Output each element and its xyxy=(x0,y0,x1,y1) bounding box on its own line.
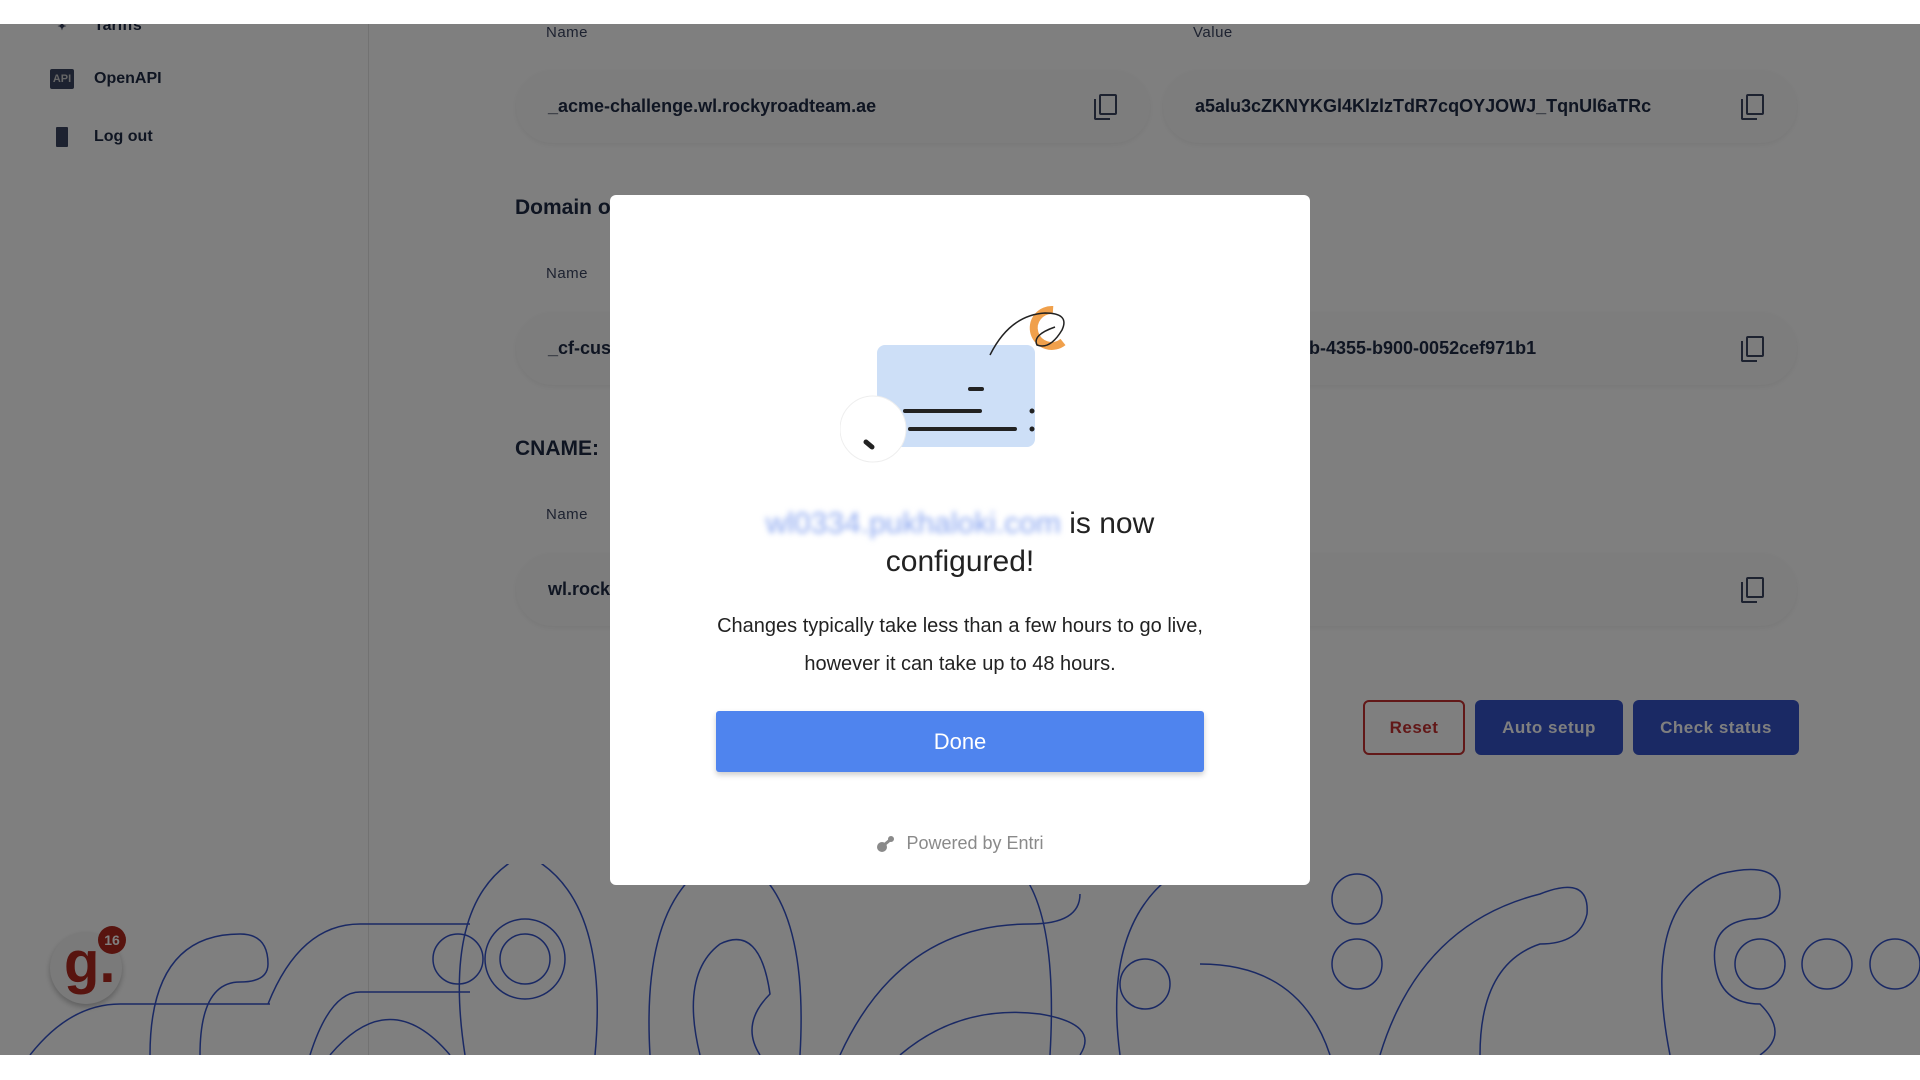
entri-logo-icon xyxy=(877,835,895,852)
headline-line2: configured! xyxy=(885,545,1035,578)
success-modal: wl0334.pukhaloki.com is now configured! … xyxy=(610,195,1310,885)
powered-by-entri[interactable]: Powered by Entri xyxy=(610,833,1310,854)
modal-headline: wl0334.pukhaloki.com is now configured! xyxy=(610,505,1310,581)
modal-description: Changes typically take less than a few h… xyxy=(717,615,1203,675)
powered-by-label: Powered by Entri xyxy=(906,833,1044,853)
headline-suffix: is now xyxy=(1069,507,1155,540)
configured-domain: wl0334.pukhaloki.com xyxy=(765,507,1061,540)
done-button[interactable]: Done xyxy=(716,711,1204,772)
configured-illustration-icon xyxy=(840,305,1066,463)
